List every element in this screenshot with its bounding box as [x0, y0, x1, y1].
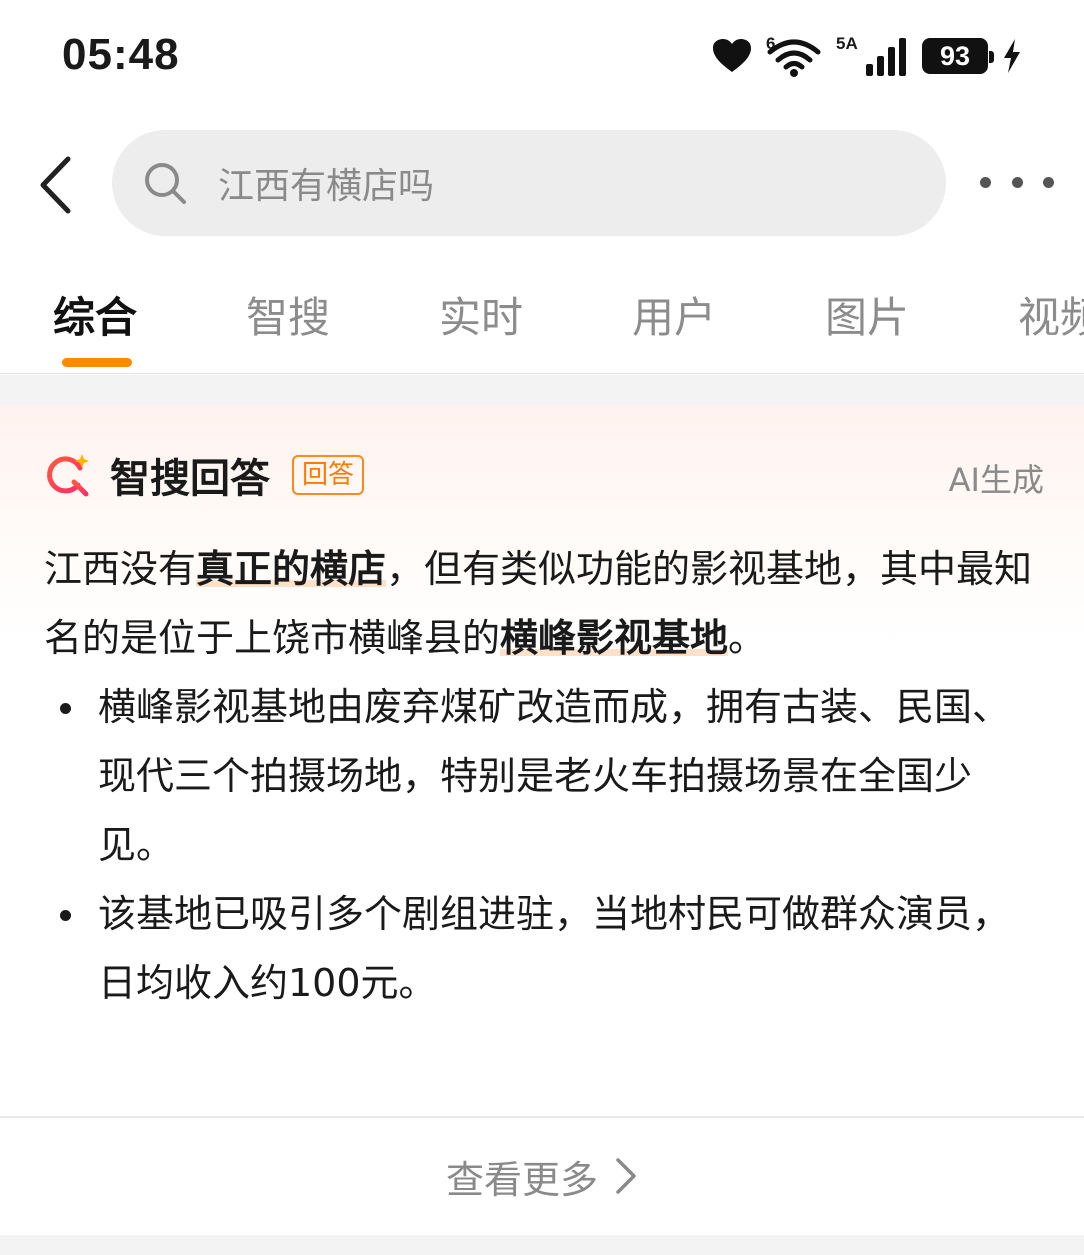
chevron-right-icon: [616, 1158, 636, 1194]
answer-text: 。: [728, 616, 767, 660]
see-more-button[interactable]: 查看更多: [0, 1118, 1084, 1234]
search-header: 江西有横店吗: [0, 110, 1084, 260]
tab-images[interactable]: 图片: [825, 284, 909, 345]
search-query: 江西有横店吗: [218, 166, 435, 207]
answer-paragraph: 江西没有真正的横店，但有类似功能的影视基地，其中最知名的是位于上饶市横峰县的横峰…: [44, 535, 1044, 673]
bullet-item: 横峰影视基地由废弃煤矿改造而成，拥有古装、民国、现代三个拍摄场地，特别是老火车拍…: [44, 673, 1044, 880]
tab-videos[interactable]: 视频: [1018, 284, 1084, 345]
result-tabs: 综合 智搜 实时 用户 图片 视频: [0, 260, 1084, 374]
tab-realtime[interactable]: 实时: [439, 284, 523, 345]
card-header: 智搜回答 回答 AI生成: [44, 445, 1044, 505]
answer-text: 江西没有: [44, 547, 197, 591]
more-options-button[interactable]: [980, 162, 1054, 202]
highlight-link[interactable]: 横峰影视基地: [500, 616, 729, 660]
status-icons: 6 5A 93: [712, 34, 1022, 78]
answer-bullets: 横峰影视基地由废弃煤矿改造而成，拥有古装、民国、现代三个拍摄场地，特别是老火车拍…: [44, 673, 1044, 1018]
ai-generated-tag: AI生成: [948, 461, 1044, 499]
battery-level: 93: [939, 40, 971, 71]
active-tab-indicator: [62, 358, 132, 367]
more-dot-icon: [1043, 176, 1054, 188]
status-time: 05:48: [62, 30, 180, 79]
smart-answer-card: 智搜回答 回答 AI生成 江西没有真正的横店，但有类似功能的影视基地，其中最知名…: [0, 405, 1084, 1115]
answer-badge: 回答: [292, 455, 365, 495]
bullet-item: 该基地已吸引多个剧组进驻，当地村民可做群众演员，日均收入约100元。: [44, 880, 1044, 1018]
tab-smart-search[interactable]: 智搜: [246, 284, 330, 345]
heart-icon: [713, 39, 751, 72]
see-more-label: 查看更多: [445, 1157, 598, 1202]
signal-icon: 5A: [836, 34, 908, 78]
search-icon: [145, 163, 186, 204]
wifi-icon: 6: [766, 34, 822, 78]
search-input[interactable]: 江西有横店吗: [112, 130, 946, 236]
back-button[interactable]: [30, 150, 80, 220]
answer-body: 江西没有真正的横店，但有类似功能的影视基地，其中最知名的是位于上饶市横峰县的横峰…: [44, 535, 1044, 1018]
highlight-link[interactable]: 真正的横店: [196, 547, 387, 591]
more-dot-icon: [980, 176, 991, 188]
battery-indicator: 93: [922, 38, 994, 74]
status-bar: 05:48 6 5A 93: [0, 0, 1084, 110]
bottom-band: [0, 1235, 1084, 1255]
tab-comprehensive[interactable]: 综合: [53, 284, 137, 345]
more-dot-icon: [1011, 176, 1023, 188]
section-divider: [0, 375, 1084, 405]
card-title: 智搜回答: [110, 456, 270, 502]
smart-search-logo-icon: [47, 454, 89, 497]
charging-icon: [1004, 39, 1020, 73]
chevron-left-icon: [40, 156, 71, 214]
tab-users[interactable]: 用户: [632, 284, 716, 345]
